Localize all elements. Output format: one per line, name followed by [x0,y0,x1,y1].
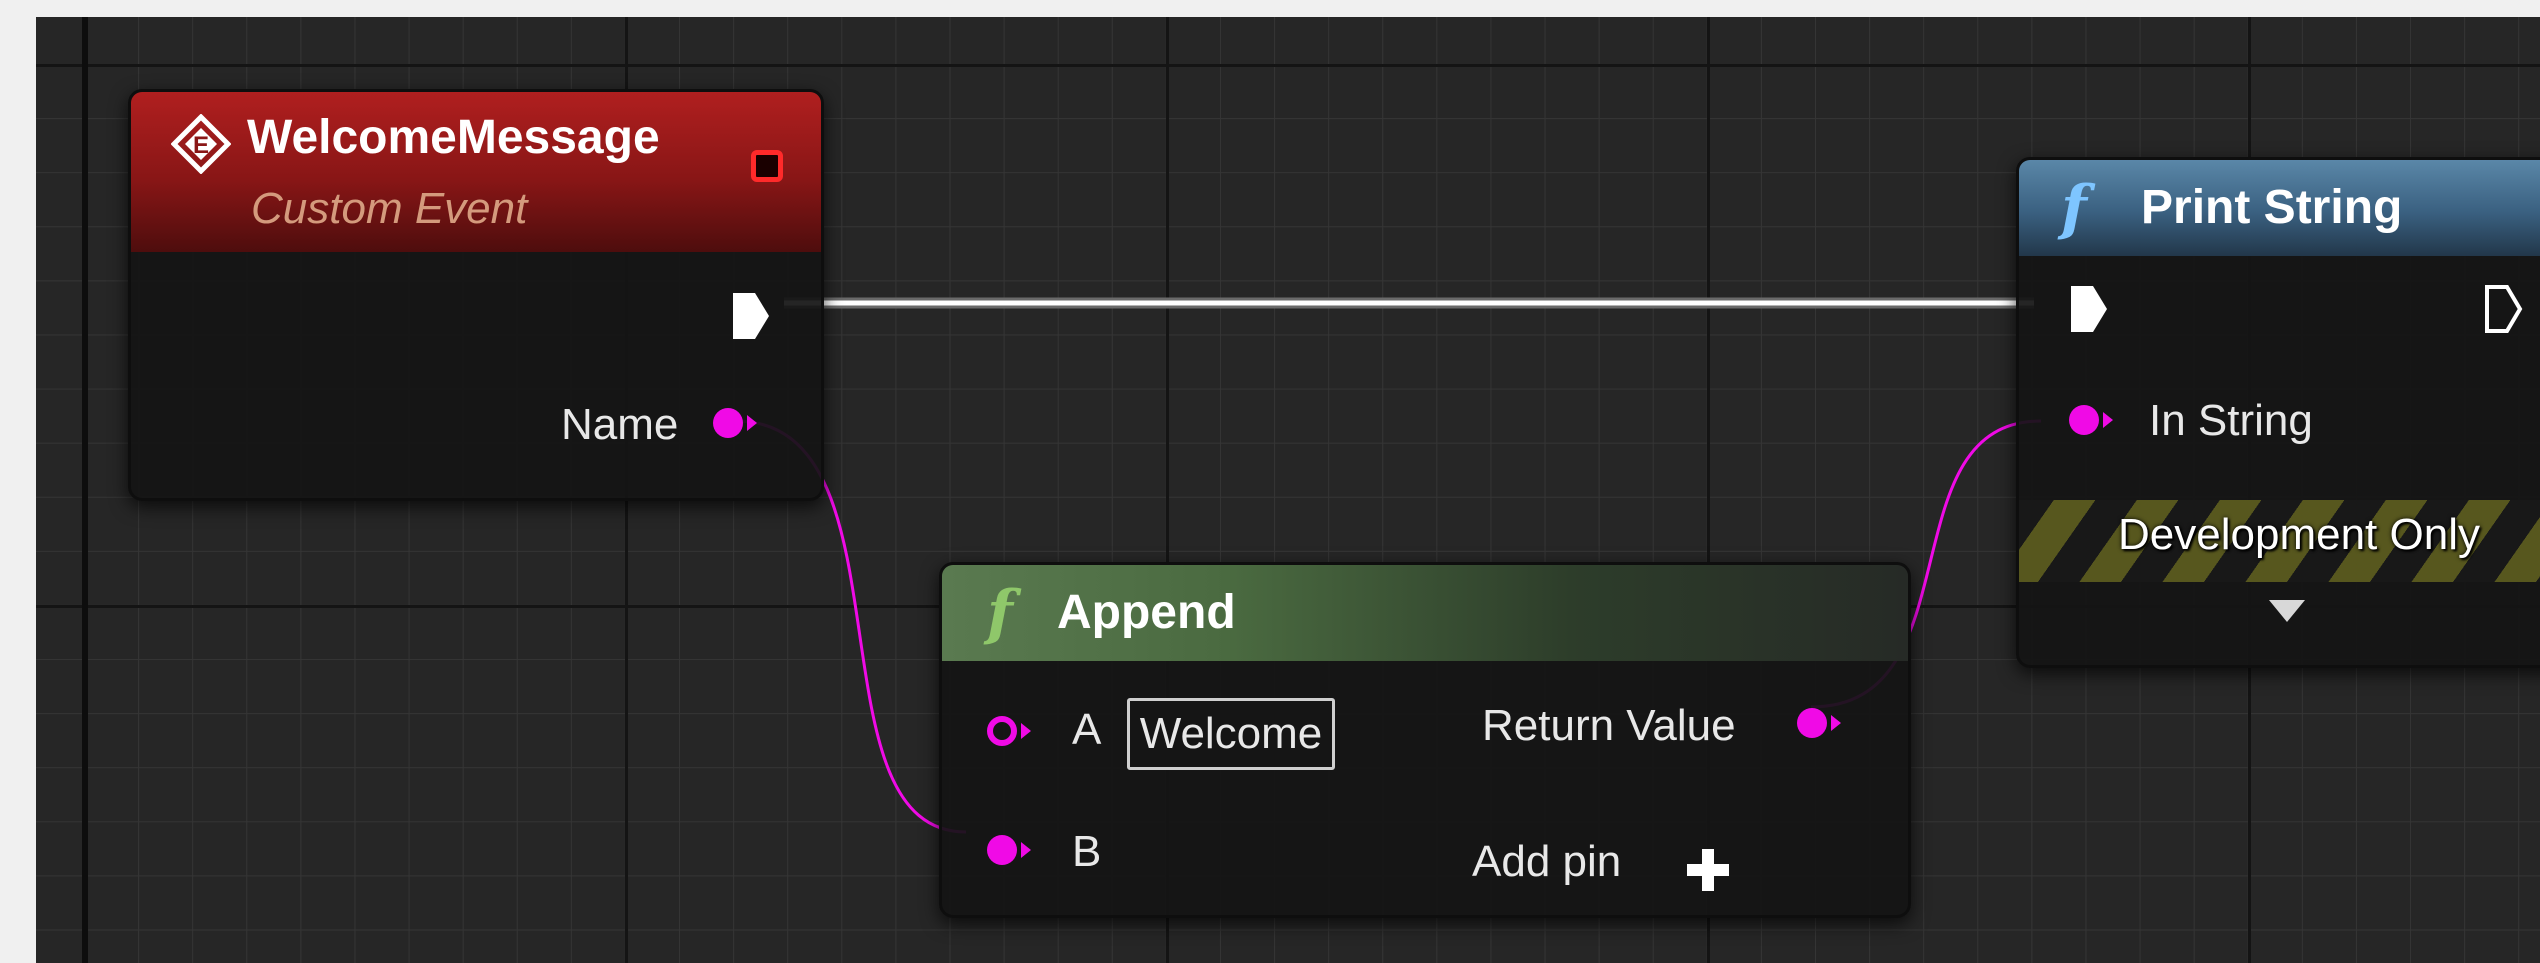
chevron-down-icon[interactable] [2269,600,2305,622]
pin-arrow-icon [1021,723,1031,739]
node-title: WelcomeMessage [247,111,660,164]
delegate-pin[interactable] [751,150,783,182]
name-output-pin[interactable] [713,408,743,438]
print-string-header[interactable]: f Print String [2019,160,2540,256]
return-value-pin[interactable] [1797,708,1827,738]
name-output-label: Name [561,400,679,449]
a-input-pin[interactable] [987,716,1017,746]
append-node[interactable]: f Append A Return Value B Add pin [939,562,1911,918]
in-string-label: In String [2149,396,2313,445]
blueprint-graph-canvas[interactable]: E WelcomeMessage Custom Event Name f App… [36,17,2540,963]
pin-arrow-icon [747,415,757,431]
b-input-pin[interactable] [987,835,1017,865]
add-pin-icon[interactable] [1687,849,1729,891]
node-title: Append [1057,586,1236,639]
exec-output-pin[interactable] [729,289,773,343]
node-title: Print String [2141,181,2403,234]
custom-event-node[interactable]: E WelcomeMessage Custom Event Name [128,89,824,501]
development-only-banner: Development Only [2019,500,2540,582]
return-value-label: Return Value [1482,701,1736,750]
custom-event-header[interactable]: E WelcomeMessage Custom Event [131,92,821,252]
exec-output-pin[interactable] [2482,282,2526,336]
function-icon: f [987,578,1013,648]
a-pin-label: A [1072,705,1102,754]
pin-arrow-icon [1021,842,1031,858]
in-string-pin[interactable] [2069,405,2099,435]
append-header[interactable]: f Append [942,565,1908,661]
add-pin-label[interactable]: Add pin [1472,837,1621,887]
pin-arrow-icon [2103,412,2113,428]
a-value-input[interactable] [1127,698,1335,770]
svg-text:E: E [193,132,209,159]
function-icon: f [2061,173,2087,243]
print-string-node[interactable]: f Print String In String Development Onl… [2016,157,2540,668]
pin-arrow-icon [1831,715,1841,731]
development-only-label: Development Only [2118,510,2480,559]
node-subtitle: Custom Event [251,184,528,233]
b-pin-label: B [1072,827,1102,876]
custom-event-icon: E [171,114,231,174]
exec-input-pin[interactable] [2067,282,2111,336]
